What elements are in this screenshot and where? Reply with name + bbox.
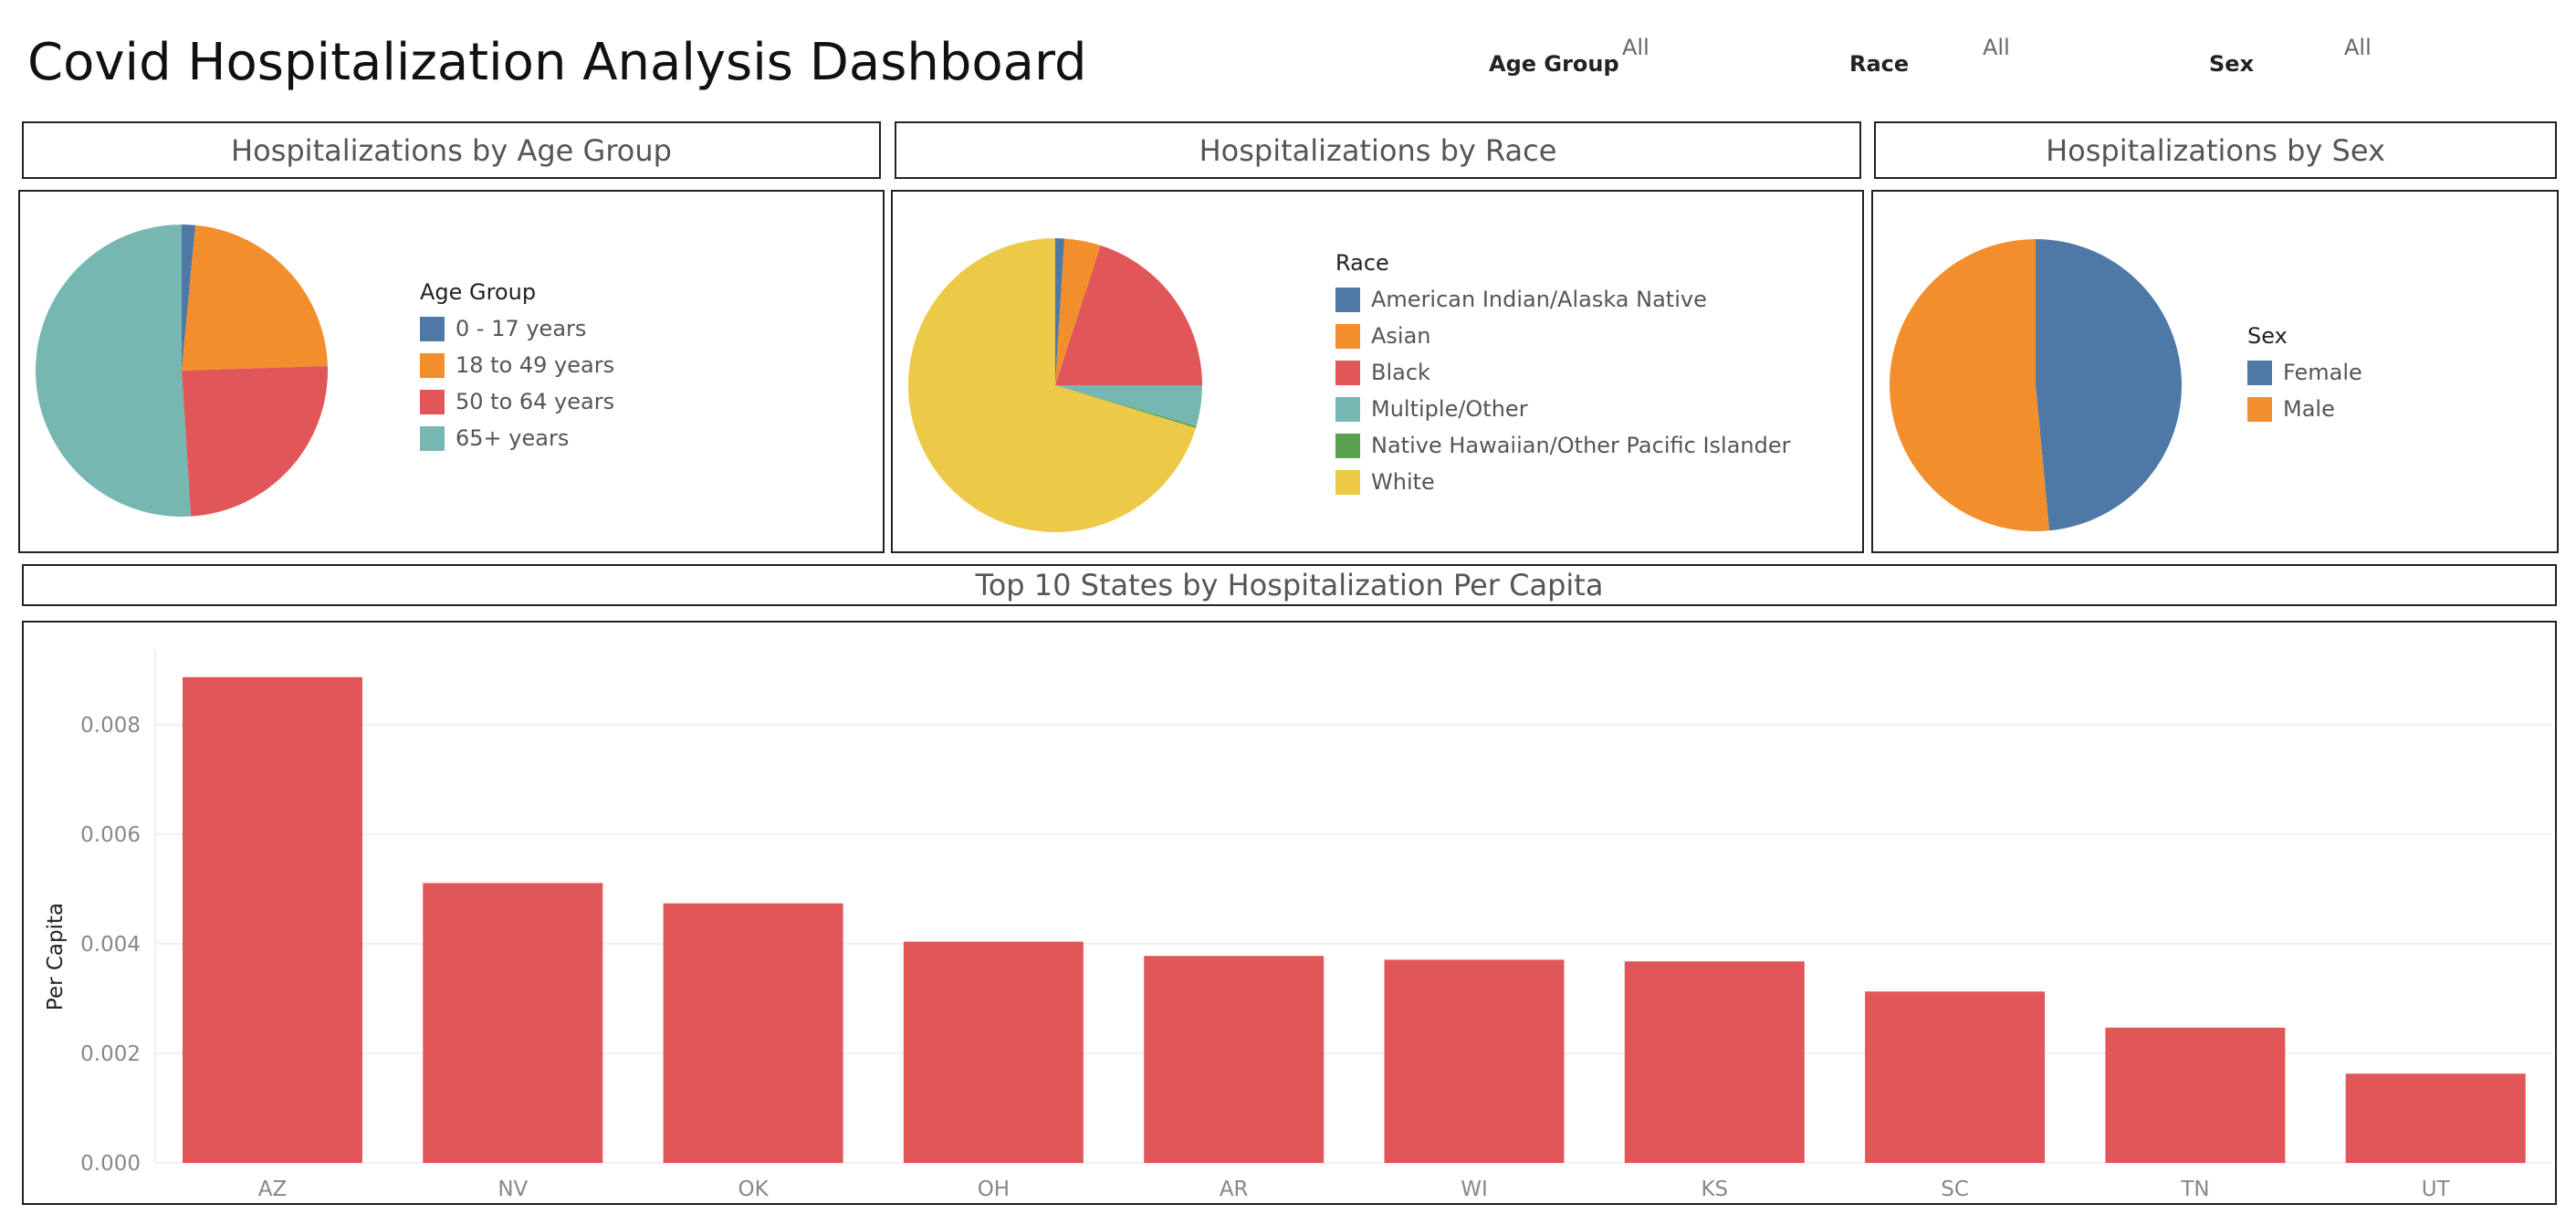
bar-ar <box>1144 956 1325 1163</box>
x-tick-label-oh: OH <box>978 1178 1010 1201</box>
x-tick-label-az: AZ <box>258 1178 288 1201</box>
sex-pie-slice-male <box>1890 239 2050 531</box>
y-tick-label: 0.000 <box>80 1152 141 1176</box>
bar-oh <box>903 941 1084 1163</box>
x-tick-label-ar: AR <box>1220 1178 1249 1201</box>
x-tick-label-tn: TN <box>2180 1178 2209 1201</box>
charts-layer: 0.000 0.002 0.004 0.006 0.008 Per Capita AZ NV O… <box>35 225 2552 1201</box>
x-tick-label-sc: SC <box>1941 1178 1969 1201</box>
x-tick-label-nv: NV <box>497 1178 528 1201</box>
bar-ut <box>2345 1073 2526 1163</box>
x-tick-label-ks: KS <box>1701 1178 1728 1201</box>
sex-pie-slice-female <box>2036 239 2183 531</box>
bar-ks <box>1624 961 1805 1163</box>
y-tick-label: 0.002 <box>80 1042 141 1066</box>
age-group-pie-slice-50-to-64-years <box>182 365 328 517</box>
bar-nv <box>423 883 603 1163</box>
age-group-pie-slice-18-to-49-years <box>182 225 328 371</box>
x-tick-label-ok: OK <box>738 1178 770 1201</box>
bar-tn <box>2105 1027 2286 1163</box>
bar-ok <box>663 903 843 1163</box>
bar-wi <box>1384 959 1565 1163</box>
bar-az <box>183 676 362 1163</box>
y-tick-label: 0.008 <box>80 714 141 738</box>
bar-sc <box>1865 991 2046 1163</box>
y-tick-label: 0.004 <box>80 933 141 957</box>
x-tick-label-wi: WI <box>1461 1178 1488 1201</box>
age-group-pie-slice-65-years <box>35 225 192 517</box>
y-tick-label: 0.006 <box>80 823 141 847</box>
y-axis-label: Per Capita <box>44 903 68 1010</box>
x-tick-label-ut: UT <box>2422 1178 2451 1201</box>
